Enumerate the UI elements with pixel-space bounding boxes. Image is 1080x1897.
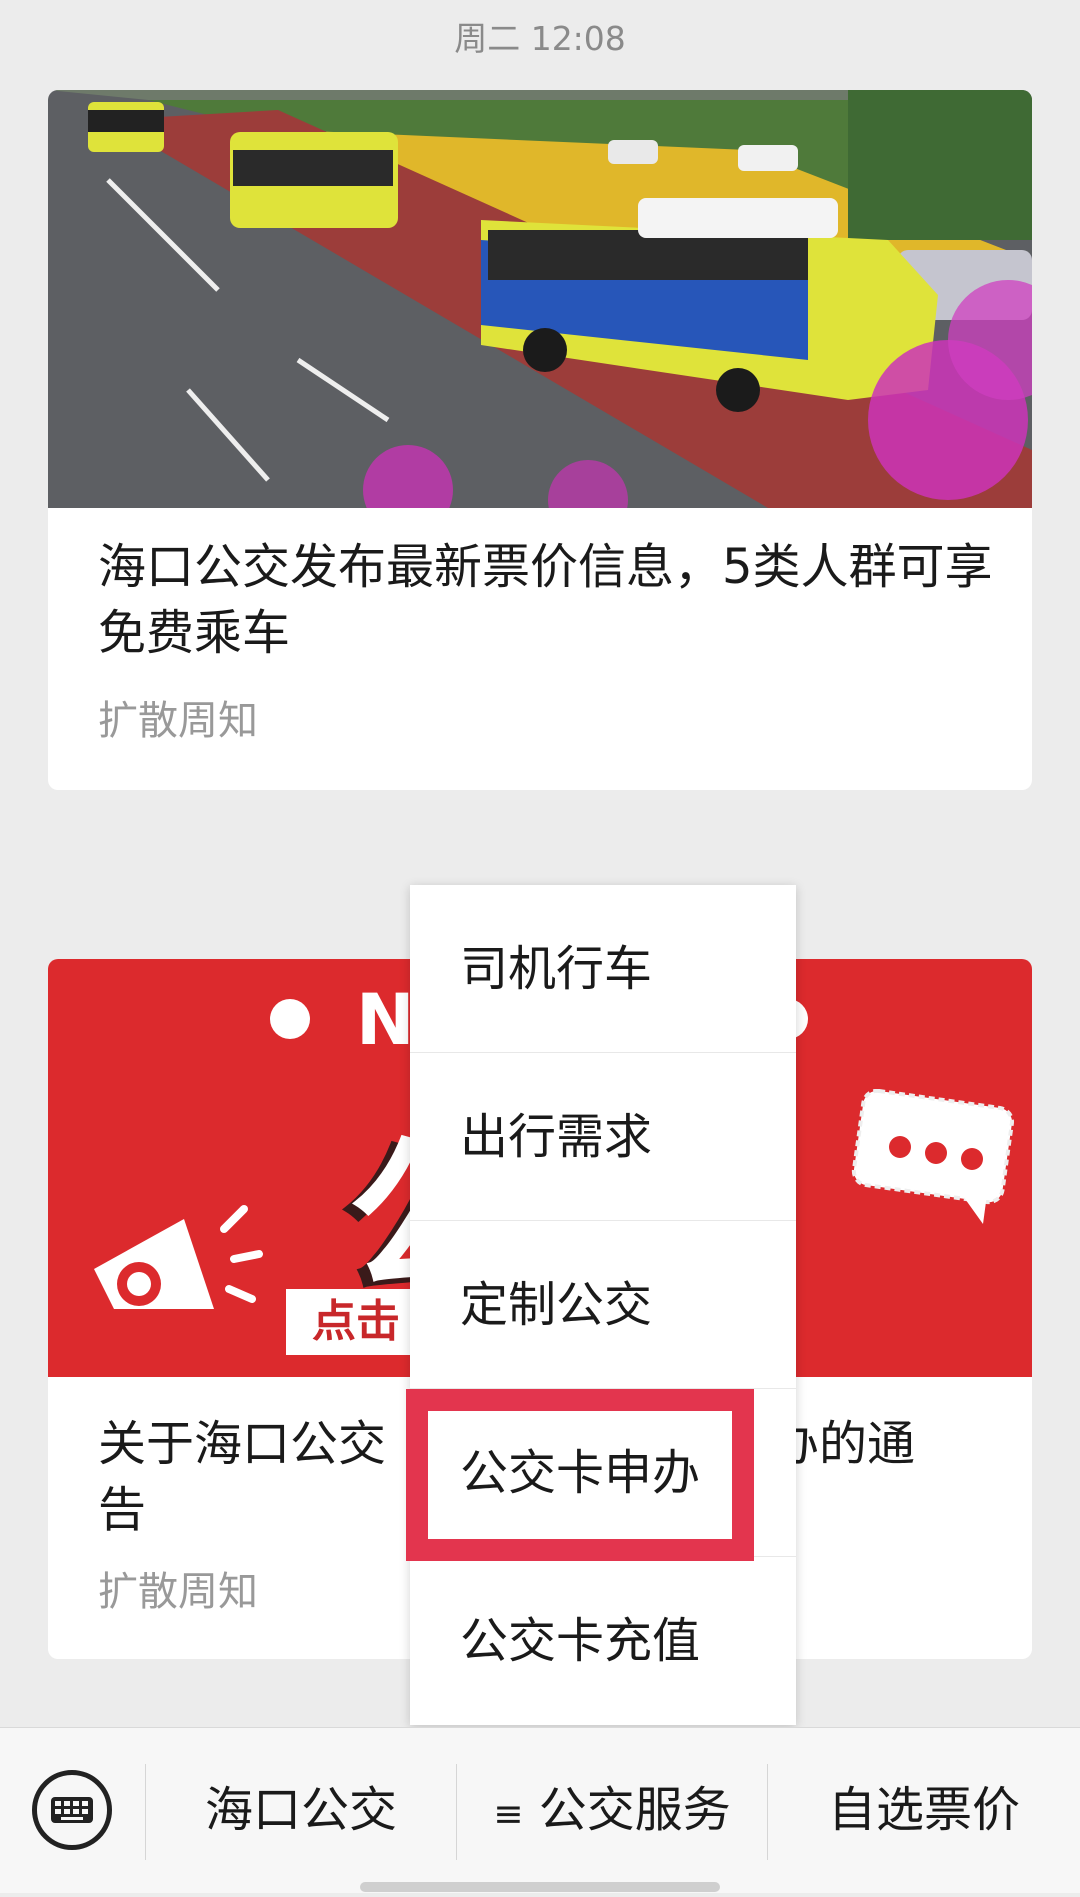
menu-lines-icon: ≡ bbox=[493, 1794, 524, 1835]
megaphone-icon bbox=[94, 1205, 263, 1309]
bottom-menu-bar: 海口公交 ≡ 公交服务 自选票价 bbox=[0, 1727, 1080, 1893]
menu-item-card-apply[interactable]: 公交卡申办 bbox=[410, 1389, 796, 1557]
menu-bus-services[interactable]: ≡ 公交服务 bbox=[457, 1728, 767, 1893]
home-indicator bbox=[360, 1882, 720, 1892]
bus-street-illustration bbox=[48, 90, 1032, 508]
banner-dot bbox=[270, 999, 310, 1039]
service-menu: 司机行车 出行需求 定制公交 公交卡申办 公交卡充值 bbox=[410, 885, 796, 1725]
menu-haikou-bus[interactable]: 海口公交 bbox=[146, 1728, 456, 1893]
menu-bus-services-label: 公交服务 bbox=[538, 1782, 731, 1838]
menu-fare-select[interactable]: 自选票价 bbox=[768, 1728, 1080, 1893]
article-meta: 扩散周知 bbox=[98, 698, 258, 744]
article-title: 海口公交发布最新票价信息，5类人群可享免费乘车 bbox=[98, 539, 993, 661]
speech-bubble-icon bbox=[851, 1089, 1014, 1224]
status-time: 周二 12:08 bbox=[454, 19, 626, 58]
menu-item-card-recharge[interactable]: 公交卡充值 bbox=[410, 1557, 796, 1725]
menu-item-custom-bus[interactable]: 定制公交 bbox=[410, 1221, 796, 1389]
article-meta: 扩散周知 bbox=[98, 1569, 258, 1615]
menu-item-driver[interactable]: 司机行车 bbox=[410, 885, 796, 1053]
banner-letter: N bbox=[356, 979, 415, 1061]
bus-photo bbox=[48, 90, 1032, 508]
keyboard-icon[interactable] bbox=[32, 1770, 112, 1850]
menu-item-travel-needs[interactable]: 出行需求 bbox=[410, 1053, 796, 1221]
article-title-line2: 告 bbox=[98, 1482, 147, 1538]
article-card-1[interactable]: 海口公交发布最新票价信息，5类人群可享免费乘车 扩散周知 bbox=[48, 90, 1032, 790]
article-title-left: 关于海口公交 bbox=[98, 1416, 387, 1472]
